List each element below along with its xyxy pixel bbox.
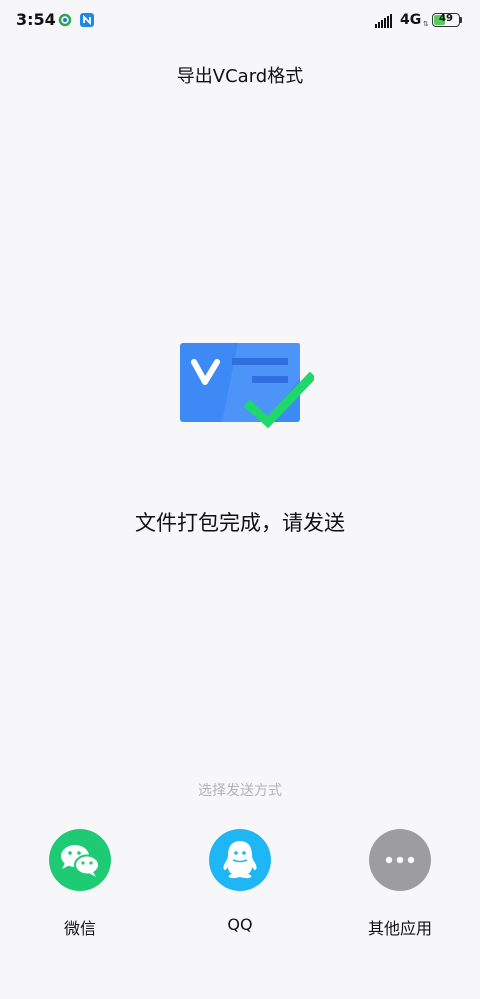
share-other-apps-label: 其他应用 bbox=[367, 919, 432, 938]
vcard-check-icon bbox=[180, 343, 314, 429]
n-app-icon bbox=[80, 13, 94, 27]
page-title: 导出VCard格式 bbox=[176, 66, 304, 87]
status-bar: 3:54 4G ⇅ 49 bbox=[0, 0, 480, 44]
status-message: 文件打包完成，请发送 bbox=[135, 511, 345, 535]
more-icon bbox=[369, 829, 431, 891]
share-other-apps-button[interactable]: 其他应用 bbox=[340, 829, 460, 939]
battery-icon: 49 bbox=[432, 13, 460, 27]
battery-level: 49 bbox=[439, 13, 453, 24]
share-wechat-button[interactable]: 微信 bbox=[20, 829, 140, 939]
share-qq-button[interactable]: QQ bbox=[180, 829, 300, 934]
share-prompt: 选择发送方式 bbox=[198, 783, 282, 799]
share-qq-label: QQ bbox=[227, 915, 253, 934]
network-type: 4G bbox=[400, 12, 422, 28]
data-activity-icon: ⇅ bbox=[423, 20, 429, 28]
qq-icon bbox=[209, 829, 271, 891]
signal-icon bbox=[375, 14, 392, 28]
share-wechat-label: 微信 bbox=[63, 919, 96, 938]
wechat-icon bbox=[49, 829, 111, 891]
status-time: 3:54 bbox=[16, 10, 56, 29]
battery-cap bbox=[460, 17, 462, 23]
sync-app-icon bbox=[58, 13, 72, 27]
